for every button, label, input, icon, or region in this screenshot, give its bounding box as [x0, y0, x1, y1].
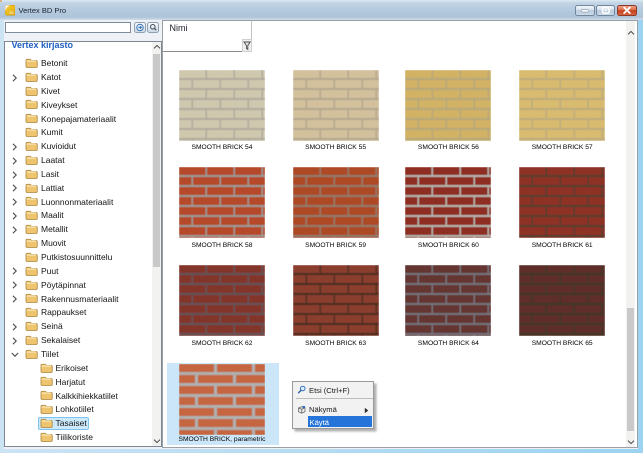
svg-text:BD: BD [9, 11, 14, 15]
